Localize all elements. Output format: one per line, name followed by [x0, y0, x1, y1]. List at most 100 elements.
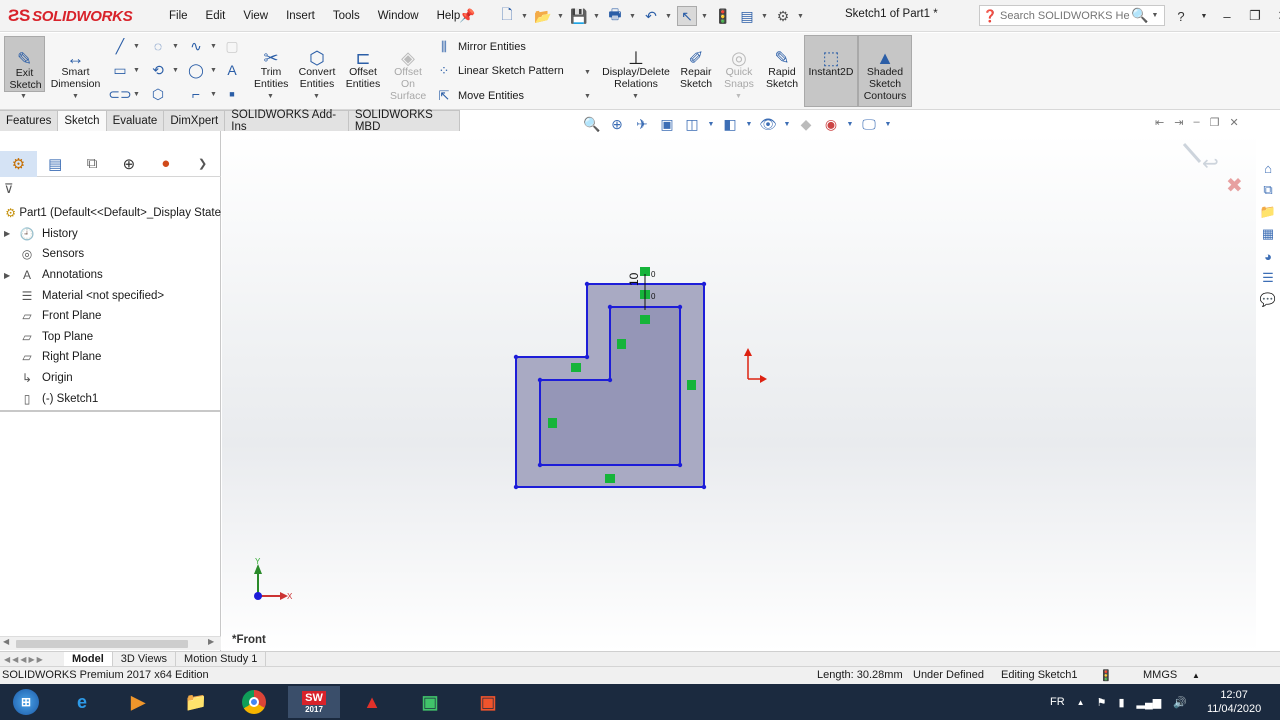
- display-manager-tab-icon[interactable]: ●: [147, 151, 184, 177]
- options-dropdown-icon[interactable]: ▼: [797, 13, 805, 20]
- tab-features[interactable]: Features: [0, 110, 59, 131]
- camtasia-recorder-icon[interactable]: ▣: [404, 686, 456, 718]
- new-dropdown-icon[interactable]: ▼: [521, 13, 529, 20]
- exit-sketch-button[interactable]: ✎ Exit Sketch: [4, 36, 45, 92]
- feature-tree-horizontal-scrollbar[interactable]: ◀ ▶: [0, 636, 221, 650]
- media-player-icon[interactable]: ▶: [112, 686, 164, 718]
- tree-node[interactable]: ◎ Sensors: [0, 244, 221, 265]
- menu-edit[interactable]: Edit: [197, 10, 235, 22]
- shaded-sketch-contours-button[interactable]: ▲ Shaded Sketch Contours: [858, 35, 912, 107]
- menu-file[interactable]: File: [160, 10, 197, 22]
- mirror-entities-button[interactable]: ⫼ Mirror Entities: [434, 39, 526, 55]
- file-properties-icon[interactable]: ▤: [737, 6, 757, 26]
- filter-icon[interactable]: ⊽: [4, 181, 14, 197]
- tab-evaluate[interactable]: Evaluate: [106, 110, 165, 131]
- help-search-box[interactable]: ❓ 🔍 ▼: [979, 5, 1165, 26]
- convert-entities-button[interactable]: ⬡ Convert Entities: [294, 36, 340, 90]
- linear-pattern-dropdown-icon[interactable]: ▼: [584, 69, 591, 76]
- options-gear-icon[interactable]: ⚙: [773, 6, 793, 26]
- cancel-sketch-corner-icon[interactable]: ✖: [1226, 173, 1243, 197]
- undo-icon[interactable]: ↶: [641, 6, 661, 26]
- rebuild-status-icon[interactable]: 🚦: [1099, 669, 1113, 682]
- tree-node[interactable]: ▶ 🕘 History: [0, 224, 221, 245]
- network-icon[interactable]: ▂▄▆: [1137, 696, 1162, 709]
- file-explorer-icon[interactable]: 📁: [1258, 202, 1278, 222]
- hide-show-dropdown-icon[interactable]: ▼: [783, 114, 791, 134]
- smart-dimension-button[interactable]: ↔ Smart Dimension: [48, 36, 103, 90]
- viewport-collapse-icon[interactable]: ⇤: [1155, 116, 1164, 129]
- show-hidden-icons-icon[interactable]: ▲: [1077, 698, 1085, 707]
- rectangle-icon[interactable]: ▭: [110, 61, 130, 79]
- undo-dropdown-icon[interactable]: ▼: [665, 13, 673, 20]
- dimension-value[interactable]: 10: [627, 272, 641, 286]
- print-dropdown-icon[interactable]: ▼: [629, 13, 637, 20]
- spline-dropdown-icon[interactable]: ▼: [210, 43, 217, 50]
- edit-appearance-icon[interactable]: ◆: [796, 114, 816, 134]
- repair-sketch-button[interactable]: ✐ Repair Sketch: [676, 36, 716, 90]
- chrome-icon[interactable]: [228, 686, 280, 718]
- slot-dropdown-icon[interactable]: ▼: [133, 91, 140, 98]
- line-icon[interactable]: ╱: [110, 37, 130, 55]
- expand-arrow-icon[interactable]: ▶: [4, 229, 14, 238]
- tree-node[interactable]: ▯ (-) Sketch1: [0, 388, 221, 409]
- apply-scene-icon[interactable]: ◉: [821, 114, 841, 134]
- help-search-input[interactable]: [1000, 9, 1130, 22]
- inner-offset-profile-lines[interactable]: [539, 306, 681, 466]
- view-settings-dropdown-icon[interactable]: ▼: [884, 114, 892, 134]
- volume-icon[interactable]: 🔊: [1173, 696, 1187, 709]
- print-icon[interactable]: 🖶: [605, 6, 625, 26]
- trim-dropdown-icon[interactable]: ▼: [267, 93, 274, 100]
- view-orientation-icon[interactable]: ◫: [682, 114, 702, 134]
- offset-entities-button[interactable]: ⊏ Offset Entities: [342, 36, 384, 90]
- exit-sketch-corner-icon[interactable]: ↩: [1202, 151, 1219, 175]
- unit-system-selector[interactable]: MMGS: [1143, 669, 1177, 681]
- hide-show-items-icon[interactable]: 👁: [758, 114, 778, 134]
- open-dropdown-icon[interactable]: ▼: [557, 13, 565, 20]
- smart-dimension-dropdown-icon[interactable]: ▼: [72, 93, 79, 100]
- section-view-icon[interactable]: ▣: [657, 114, 677, 134]
- tree-node[interactable]: ⚙ Part1 (Default<<Default>_Display State: [0, 203, 221, 224]
- previous-view-icon[interactable]: ✈: [632, 114, 652, 134]
- custom-properties-icon[interactable]: ☰: [1258, 268, 1278, 288]
- tab-solidworks-addins[interactable]: SOLIDWORKS Add-Ins: [225, 109, 349, 133]
- circle-icon[interactable]: ◯: [186, 61, 206, 79]
- convert-dropdown-icon[interactable]: ▼: [313, 93, 320, 100]
- design-library-icon[interactable]: ⧉: [1258, 180, 1278, 200]
- file-explorer-taskbar-icon[interactable]: 📁: [170, 686, 222, 718]
- start-button-icon[interactable]: ⊞: [0, 686, 52, 718]
- tab-motion-study[interactable]: Motion Study 1: [176, 651, 267, 667]
- menu-window[interactable]: Window: [369, 10, 428, 22]
- scroll-right-icon[interactable]: ▶: [208, 637, 214, 646]
- trim-entities-button[interactable]: ✂ Trim Entities: [250, 36, 292, 90]
- internet-explorer-icon[interactable]: e: [56, 686, 108, 718]
- tab-model[interactable]: Model: [64, 651, 113, 667]
- tab-navigation-arrows[interactable]: ◀◀◀▶▶: [0, 655, 64, 664]
- solidworks-taskbar-icon[interactable]: SW 2017: [288, 686, 340, 718]
- solidworks-resources-icon[interactable]: ⌂: [1258, 158, 1278, 178]
- feature-manager-tab-icon[interactable]: ⚙: [0, 150, 37, 177]
- viewport-minimize-icon[interactable]: –: [1193, 116, 1199, 129]
- move-dropdown-icon[interactable]: ▼: [584, 93, 591, 100]
- slot-icon[interactable]: ⊂⊃: [108, 85, 131, 103]
- relations-dropdown-icon[interactable]: ▼: [632, 93, 639, 100]
- taskbar-clock[interactable]: 12:07 11/04/2020: [1207, 688, 1261, 716]
- circle-dropdown-icon[interactable]: ▼: [210, 67, 217, 74]
- more-tabs-icon[interactable]: ❯: [184, 151, 221, 177]
- unit-system-dropdown-icon[interactable]: ▲: [1192, 671, 1200, 680]
- expand-arrow-icon[interactable]: ▶: [4, 271, 14, 280]
- graphics-area[interactable]: 10 0 0 ↩ ✖ Y X: [222, 134, 1256, 651]
- restore-icon[interactable]: ❐: [1246, 8, 1264, 24]
- move-entities-button[interactable]: ⇱ Move Entities: [434, 88, 524, 104]
- fillet-icon[interactable]: ⟲: [148, 61, 168, 79]
- menu-insert[interactable]: Insert: [277, 10, 324, 22]
- display-style-dropdown-icon[interactable]: ▼: [745, 114, 753, 134]
- configuration-manager-tab-icon[interactable]: ⧉: [74, 151, 111, 177]
- pin-menu-icon[interactable]: 📌: [459, 8, 475, 23]
- scrollbar-thumb[interactable]: [16, 640, 188, 648]
- arc-dropdown-icon[interactable]: ▼: [172, 43, 179, 50]
- acrobat-icon[interactable]: ▲: [346, 686, 398, 718]
- instant2d-button[interactable]: ⬚ Instant2D: [804, 35, 858, 107]
- help-icon[interactable]: ?: [1172, 9, 1190, 24]
- display-style-icon[interactable]: ◧: [720, 114, 740, 134]
- help-dropdown-icon[interactable]: ▼: [1200, 13, 1208, 20]
